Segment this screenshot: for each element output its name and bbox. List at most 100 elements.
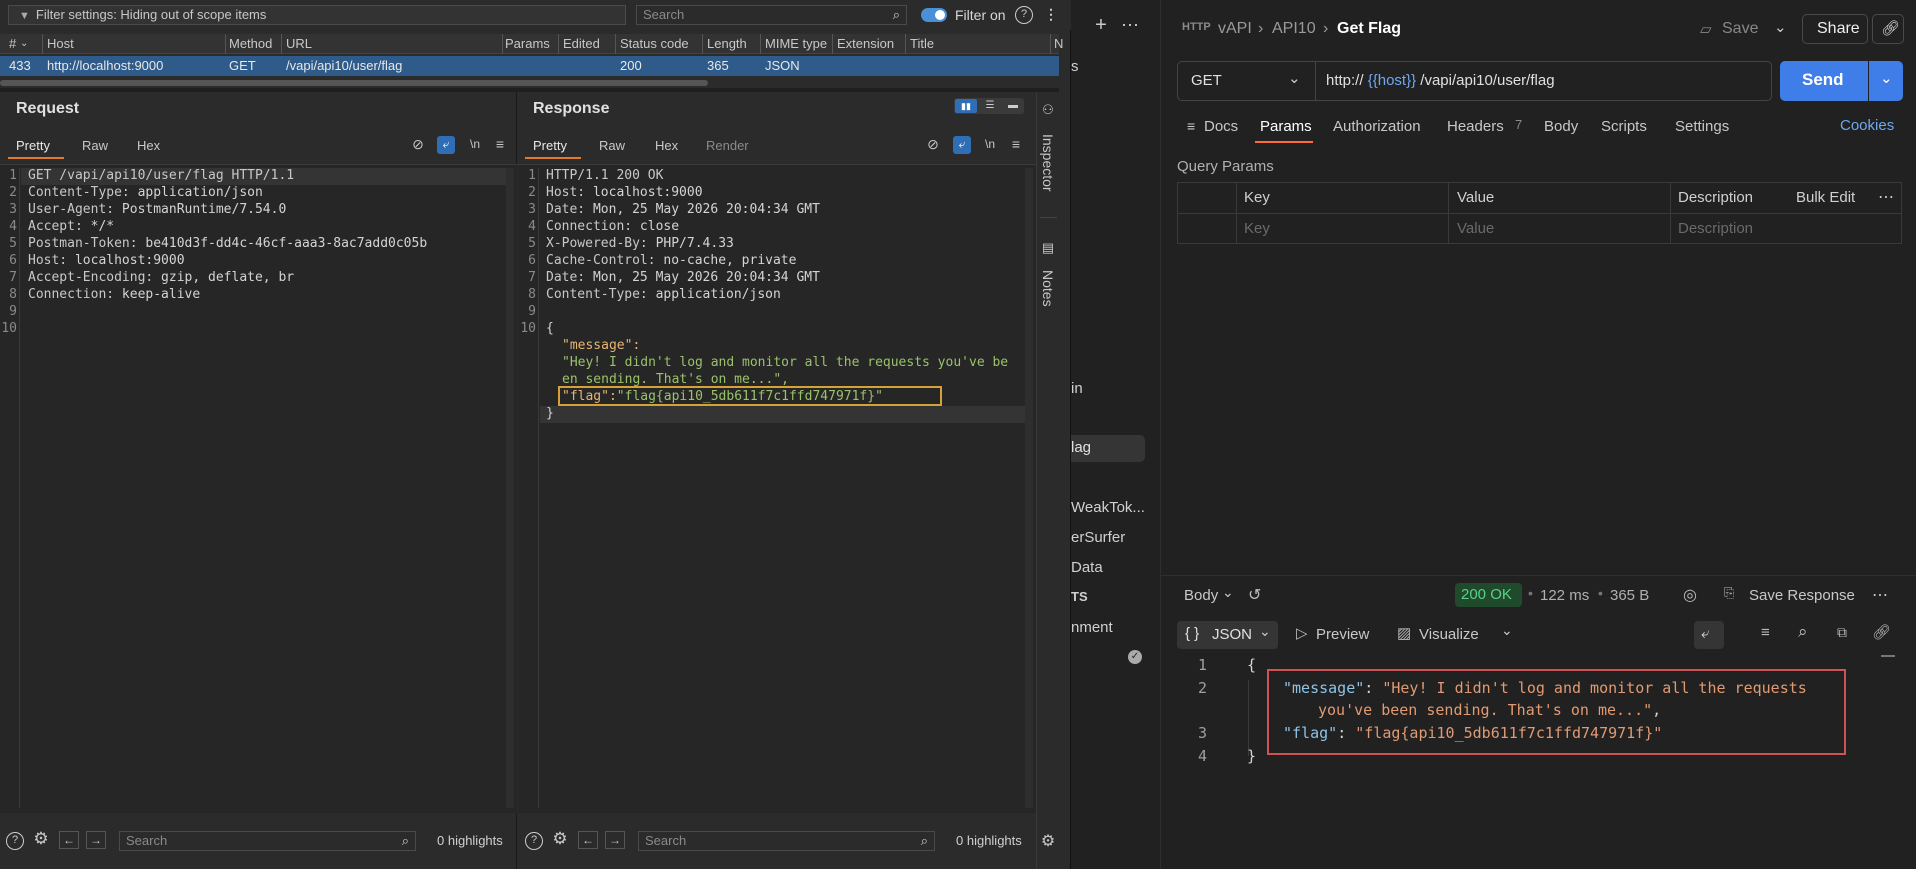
param-key-input[interactable]: Key [1244, 220, 1270, 237]
request-name[interactable]: Get Flag [1337, 20, 1401, 38]
inspector-tab[interactable]: Inspector [1040, 134, 1056, 192]
response-size[interactable]: 365 B [1610, 587, 1649, 604]
param-value-input[interactable]: Value [1457, 220, 1494, 237]
preview-icon[interactable]: ▷ [1296, 624, 1308, 642]
tabs-more-icon[interactable]: ⋯ [1121, 16, 1139, 34]
wrap-lines-button[interactable]: ⤶ [1694, 621, 1724, 649]
sort-chevron-icon[interactable]: ⌄ [20, 38, 28, 49]
response-search-input[interactable]: Search ⌕ [638, 831, 935, 851]
tab-settings[interactable]: Settings [1675, 118, 1729, 135]
tab-params[interactable]: Params [1260, 118, 1312, 135]
hide-icon[interactable]: ⊘ [410, 136, 426, 152]
col-method[interactable]: Method [229, 36, 272, 51]
response-more-icon[interactable]: ⋯ [1872, 585, 1888, 605]
tab-docs[interactable]: Docs [1204, 118, 1238, 135]
link-icon[interactable]: 🔗︎ [1872, 623, 1891, 641]
sidebar-fragment[interactable]: Data [1071, 559, 1103, 576]
breadcrumb-collection[interactable]: API10 [1272, 20, 1316, 38]
filter-toggle[interactable] [921, 8, 947, 22]
filter-settings-box[interactable]: ▼ Filter settings: Hiding out of scope it… [8, 5, 626, 25]
chevron-down-icon[interactable]: ⌄ [1222, 584, 1234, 601]
request-tab-hex[interactable]: Hex [137, 138, 160, 153]
menu-icon[interactable]: ≡ [1008, 136, 1024, 152]
response-tab-pretty[interactable]: Pretty [533, 138, 567, 153]
tab-body[interactable]: Body [1544, 118, 1578, 135]
layout-split-icon[interactable]: ▮▮ [955, 99, 977, 113]
sidebar-fragment[interactable]: erSurfer [1071, 529, 1125, 546]
chevron-down-icon[interactable]: ⌄ [1501, 622, 1513, 639]
settings-gear-icon[interactable]: ⚙ [1040, 834, 1056, 850]
response-time[interactable]: 122 ms [1540, 587, 1589, 604]
cookies-link[interactable]: Cookies [1840, 117, 1894, 134]
col-number[interactable]: # [9, 36, 16, 51]
visualize-button[interactable]: Visualize [1419, 626, 1479, 643]
history-horizontal-scrollbar[interactable] [0, 80, 708, 86]
col-status-code[interactable]: Status code [620, 36, 689, 51]
copy-icon[interactable]: ⧉ [1837, 624, 1847, 641]
table-more-icon[interactable]: ⋯ [1878, 187, 1894, 207]
sidebar-fragment[interactable]: WeakTok... [1071, 499, 1145, 516]
new-tab-plus-icon[interactable]: + [1093, 15, 1109, 35]
response-tab-hex[interactable]: Hex [655, 138, 678, 153]
sidebar-selected-item[interactable]: lag [1071, 435, 1145, 462]
search-icon[interactable]: ⌕ [1798, 622, 1808, 642]
response-tab-raw[interactable]: Raw [599, 138, 625, 153]
inspector-icon[interactable]: ⚇ [1040, 102, 1056, 118]
sidebar-fragment[interactable]: nment [1071, 619, 1113, 636]
tab-authorization[interactable]: Authorization [1333, 118, 1421, 135]
tab-headers[interactable]: Headers [1447, 118, 1504, 135]
help-icon[interactable]: ? [525, 832, 543, 850]
sidebar-fragment[interactable]: in [1071, 380, 1083, 397]
filter-icon[interactable]: ≡ [1761, 624, 1770, 641]
col-host[interactable]: Host [47, 36, 74, 51]
save-icon[interactable]: ▱ [1700, 20, 1712, 38]
wrap-icon[interactable]: ⤶ [437, 136, 455, 154]
visualize-icon[interactable]: ▨ [1397, 624, 1411, 642]
col-url[interactable]: URL [286, 36, 312, 51]
share-button[interactable]: Share [1802, 14, 1868, 44]
back-arrow-icon[interactable]: ← [59, 831, 79, 849]
menu-icon[interactable]: ≡ [492, 136, 508, 152]
col-length[interactable]: Length [707, 36, 747, 51]
col-params[interactable]: Params [505, 36, 550, 51]
layout-horizontal-icon[interactable]: ☰ [979, 99, 1001, 113]
help-icon[interactable]: ? [1015, 6, 1033, 24]
col-edited[interactable]: Edited [563, 36, 600, 51]
save-response-icon[interactable]: ⎘ [1724, 585, 1734, 601]
col-extension[interactable]: Extension [837, 36, 894, 51]
request-search-input[interactable]: Search ⌕ [119, 831, 416, 851]
newline-toggle[interactable]: \n [982, 136, 998, 152]
response-body-dropdown[interactable]: Body [1184, 587, 1218, 604]
wrap-icon[interactable]: ⤶ [953, 136, 971, 154]
method-select[interactable]: GET ⌄ [1178, 62, 1316, 100]
response-vscroll[interactable] [1025, 168, 1033, 808]
history-row[interactable]: 433 http://localhost:9000 GET /vapi/api1… [0, 56, 1059, 76]
response-tab-render[interactable]: Render [706, 138, 749, 153]
save-chevron-icon[interactable]: ⌄ [1774, 18, 1787, 36]
help-icon[interactable]: ? [6, 832, 24, 850]
format-select[interactable]: { } JSON ⌄ [1177, 621, 1278, 649]
globe-icon[interactable]: ◎ [1683, 585, 1697, 605]
send-options-button[interactable]: ⌄ [1869, 61, 1903, 101]
request-tab-pretty[interactable]: Pretty [16, 138, 50, 153]
copy-link-button[interactable]: 🔗︎ [1872, 14, 1904, 44]
layout-single-icon[interactable]: ▬ [1002, 99, 1024, 113]
save-response-button[interactable]: Save Response [1749, 587, 1855, 604]
history-search-input[interactable]: Search ⌕ [636, 5, 907, 25]
history-icon[interactable]: ↺ [1248, 585, 1261, 605]
settings-gear-icon[interactable]: ⚙ [551, 830, 569, 847]
back-arrow-icon[interactable]: ← [578, 831, 598, 849]
send-button[interactable]: Send [1780, 61, 1868, 101]
request-tab-raw[interactable]: Raw [82, 138, 108, 153]
breadcrumb-workspace[interactable]: vAPI [1218, 20, 1252, 38]
col-mime-type[interactable]: MIME type [765, 36, 827, 51]
notes-icon[interactable]: ▤ [1040, 240, 1056, 256]
notes-tab[interactable]: Notes [1040, 270, 1056, 307]
bulk-edit-button[interactable]: Bulk Edit [1796, 189, 1855, 206]
col-title[interactable]: Title [910, 36, 934, 51]
status-badge[interactable]: 200 OK [1455, 583, 1522, 607]
hide-icon[interactable]: ⊘ [925, 136, 941, 152]
settings-gear-icon[interactable]: ⚙ [32, 830, 50, 847]
newline-toggle[interactable]: \n [467, 136, 483, 152]
param-description-input[interactable]: Description [1678, 220, 1753, 237]
